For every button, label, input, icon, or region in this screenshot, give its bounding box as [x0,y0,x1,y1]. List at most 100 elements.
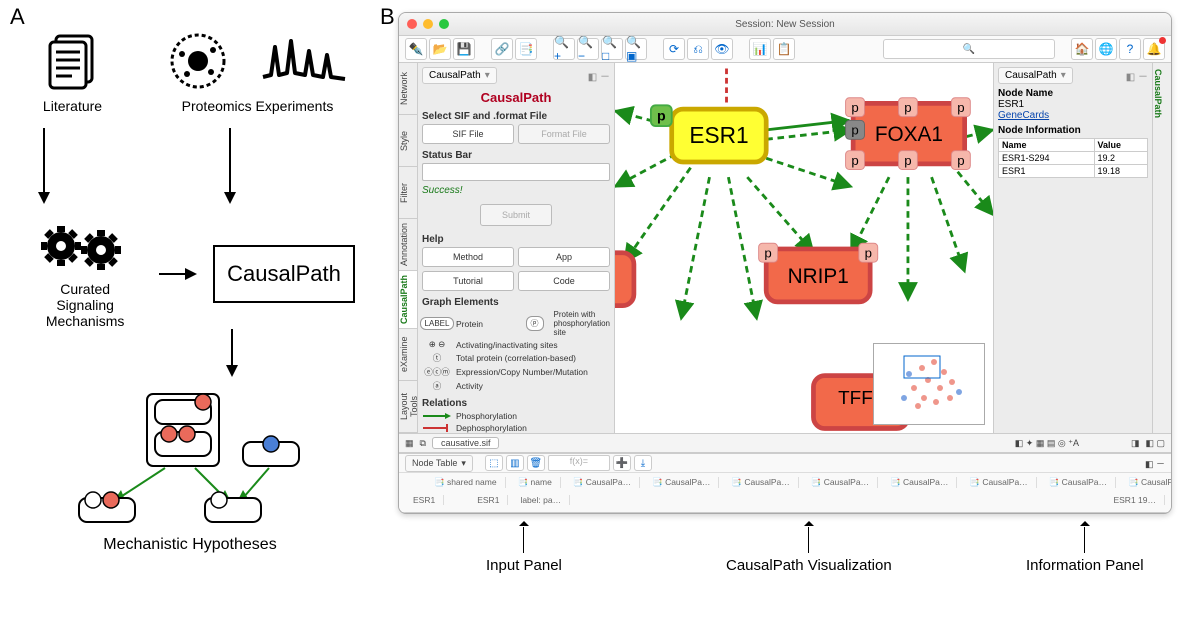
sif-file-button[interactable]: SIF File [422,124,514,144]
help-tutorial-button[interactable]: Tutorial [422,271,514,291]
table-export-icon[interactable]: ⤓ [634,455,652,471]
curated-block: Curated Signaling Mechanisms [25,218,145,329]
svg-text:FOXA1: FOXA1 [875,123,943,146]
table-row: ESR119.18 [999,165,1148,178]
minimap[interactable] [873,343,985,425]
refresh-button[interactable]: ⟳ [663,38,685,60]
tab-examine[interactable]: eXamine [399,329,417,381]
table-delete-icon[interactable]: 🗑 [527,455,545,471]
graph-elements-header: Graph Elements [422,297,610,308]
node-esr1: ESR1 p [651,105,766,162]
help-code-button[interactable]: Code [518,271,610,291]
chart-button[interactable]: 📊 [749,38,771,60]
causalpath-title: CausalPath [422,90,610,105]
zoom-in-button[interactable]: 🔍+ [553,38,575,60]
copy-button[interactable]: 📋 [773,38,795,60]
svg-text:p: p [851,100,858,115]
new-session-button[interactable]: ✒️ [405,38,427,60]
status-bar-header: Status Bar [422,150,610,161]
right-panel-tab[interactable]: CausalPath ▾ [998,67,1073,84]
right-tab-causalpath[interactable]: CausalPath [1153,63,1163,124]
grid-icon[interactable]: ▦ [405,438,414,449]
panel-detach-icon[interactable]: ◧ － [588,68,610,83]
legend-total: ⓣTotal protein (correlation-based) [422,352,610,364]
callout-viz: CausalPath Visualization [726,557,892,574]
tab-annotation[interactable]: Annotation [399,219,417,271]
network-view[interactable]: ESR1 p FOXA1 ppp pppp [615,63,993,433]
help-method-button[interactable]: Method [422,247,514,267]
proteomics-label: Proteomics Experiments [158,98,358,114]
window-title: Session: New Session [399,19,1171,30]
submit-button[interactable]: Submit [480,204,552,226]
table-column-icon[interactable]: ▥ [506,455,524,471]
arrow-causal-to-hyp [10,329,370,379]
panel-b: Session: New Session ✒️ 📂 💾 🔗 📑 🔍+ 🔍− 🔍□… [398,12,1188,572]
status-text: Success! [422,185,610,196]
open-button[interactable]: 📂 [429,38,451,60]
zoom-fit-button[interactable]: 🔍□ [601,38,623,60]
table-plus-icon[interactable]: ➕ [613,455,631,471]
save-button[interactable]: 💾 [453,38,475,60]
legend-activity: ⓐActivity [422,380,610,392]
table-import-icon[interactable]: ⬚ [485,455,503,471]
layout-button[interactable]: ⎌ [687,38,709,60]
detach-view-icon[interactable]: ⧉ [420,438,426,449]
collapse-view[interactable]: ◧ ▢ [1145,438,1165,449]
input-panel: CausalPath ▾ ◧ － CausalPath Select SIF a… [418,63,615,433]
alerts-button[interactable]: 🔔 [1143,38,1165,60]
mechanistic-hypotheses-label: Mechanistic Hypotheses [10,536,370,554]
left-side-tabs: Network Style Filter Annotation CausalPa… [399,63,418,433]
arrow-prot-to-causal [120,128,320,208]
svg-text:p: p [904,100,911,115]
svg-text:ESR1: ESR1 [689,122,748,148]
help-header: Help [422,234,610,245]
tab-layout-tools[interactable]: Layout Tools [399,381,417,433]
main-toolbar: ✒️ 📂 💾 🔗 📑 🔍+ 🔍− 🔍□ 🔍▣ ⟳ ⎌ 👁 📊 📋 🔍 [399,36,1171,63]
legend-protein: LABELProteinⓟProtein with phosphorylatio… [422,310,610,337]
tab-filter[interactable]: Filter [399,167,417,219]
tab-style[interactable]: Style [399,115,417,167]
tab-network[interactable]: Network [399,63,417,115]
node-info-header: Node Information [998,125,1148,136]
help-button[interactable]: ? [1119,38,1141,60]
birdseye-toggle[interactable]: ◨ [1131,438,1140,449]
tab-causalpath[interactable]: CausalPath [399,271,417,329]
table-row-data: ESR1ESR1 label: pa… ESR1 19… [399,491,1171,509]
mechanistic-hypotheses-icon [75,390,305,530]
fx-input[interactable]: f(x)= [548,455,610,471]
right-detach-icon[interactable]: ◧ － [1126,68,1148,83]
cell-icon [167,30,229,92]
arrow-lit-to-curated [10,128,90,208]
label-A: A [10,4,25,30]
table-detach-icon[interactable]: ◧ － [1145,457,1165,470]
node-name-header: Node Name [998,88,1148,99]
svg-text:p: p [957,100,964,115]
zoom-out-button[interactable]: 🔍− [577,38,599,60]
web-button[interactable]: 🌐 [1095,38,1117,60]
relations-header: Relations [422,398,610,409]
table-row: ESR1-S29419.2 [999,152,1148,165]
import-button[interactable]: 🔗 [491,38,513,60]
left-panel-tab[interactable]: CausalPath ▾ [422,67,497,84]
titlebar: Session: New Session [399,13,1171,36]
literature-label: Literature [23,98,123,114]
zoom-sel-button[interactable]: 🔍▣ [625,38,647,60]
network-file-tab[interactable]: causative.sif [432,437,500,449]
arrow-curated-to-causal [159,264,199,284]
search-input[interactable]: 🔍 [883,39,1055,59]
view-tools[interactable]: ◧ ✦ ▦ ▤ ◎ ⁺A [1015,438,1079,449]
help-app-button[interactable]: App [518,247,610,267]
home-button[interactable]: 🏠 [1071,38,1093,60]
node-info-table: NameValue ESR1-S29419.2 ESR119.18 [998,138,1148,178]
svg-text:p: p [851,153,858,168]
curated-label: Curated Signaling Mechanisms [25,281,145,329]
node-name-value: ESR1 [998,99,1148,110]
export-button[interactable]: 📑 [515,38,537,60]
table-panel: Node Table ▾ ⬚ ▥ 🗑 f(x)= ➕ ⤓ ◧ － 📑 share… [399,453,1171,512]
format-file-button[interactable]: Format File [518,124,610,144]
table-tab[interactable]: Node Table ▾ [405,455,473,472]
svg-text:p: p [957,153,964,168]
genecards-link[interactable]: GeneCards [998,110,1148,121]
svg-text:p: p [657,108,666,124]
show-hide-button[interactable]: 👁 [711,38,733,60]
